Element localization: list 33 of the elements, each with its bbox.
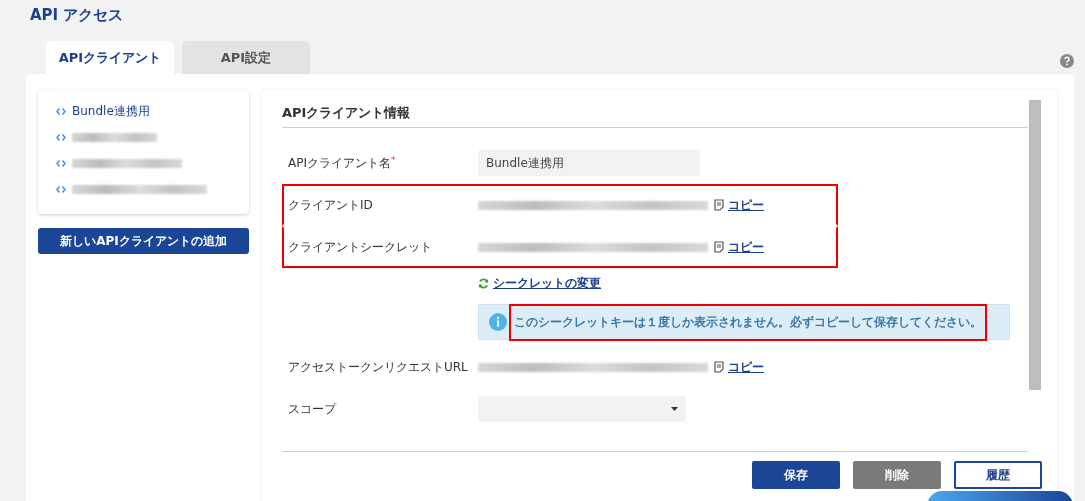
clipboard-icon[interactable] <box>714 361 724 373</box>
code-icon <box>56 107 66 115</box>
tab[interactable]: API設定 <box>182 41 310 74</box>
copy-link[interactable]: コピー <box>728 358 764 376</box>
scrollbar[interactable] <box>1029 100 1041 390</box>
caret-icon <box>671 407 678 411</box>
clipboard-icon[interactable] <box>714 241 724 253</box>
info-icon <box>489 313 507 331</box>
client-name-field[interactable]: Bundle連携用 <box>478 150 700 176</box>
delete-button[interactable]: 削除 <box>853 461 941 489</box>
required-mark: * <box>391 154 396 165</box>
copy-link[interactable]: コピー <box>728 238 764 256</box>
section-title: APIクライアント情報 <box>282 100 1028 128</box>
page-title: API アクセス <box>30 6 124 24</box>
add-client-button[interactable]: 新しいAPIクライアントの追加 <box>38 228 249 254</box>
field-label: クライアントID <box>288 196 374 214</box>
code-icon <box>56 185 66 193</box>
notice-text: このシークレットキーは１度しか表示されません。必ずコピーして保存してください。 <box>509 303 987 341</box>
field-label: アクセストークンリクエストURL <box>288 358 469 376</box>
refresh-icon <box>478 277 489 289</box>
copy-link[interactable]: コピー <box>728 196 764 214</box>
history-button[interactable]: 履歴 <box>954 461 1042 489</box>
help-icon[interactable] <box>1060 54 1074 68</box>
field-label: スコープ <box>288 400 338 418</box>
field-label: APIクライアント名* <box>288 154 397 172</box>
field-label: クライアントシークレット <box>288 238 433 256</box>
change-secret-link[interactable]: シークレットの変更 <box>493 274 601 292</box>
client-link[interactable]: Bundle連携用 <box>72 102 150 120</box>
code-icon <box>56 159 66 167</box>
clipboard-icon[interactable] <box>714 199 724 211</box>
code-icon <box>56 133 66 141</box>
save-button[interactable]: 保存 <box>752 461 840 489</box>
tab[interactable]: APIクライアント <box>46 41 174 74</box>
